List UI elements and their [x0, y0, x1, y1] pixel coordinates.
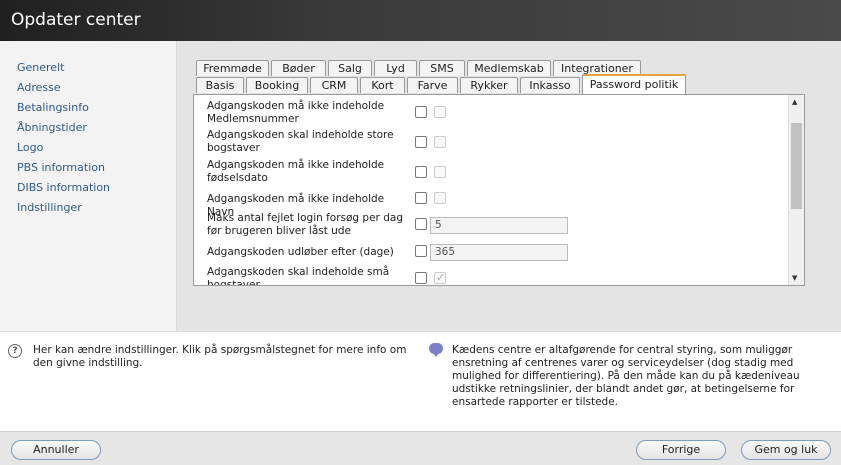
sidebar-item-adresse[interactable]: Adresse [17, 81, 61, 94]
tab-farve[interactable]: Farve [407, 77, 458, 93]
policy-checkbox-fodselsdato[interactable] [415, 166, 427, 178]
policy-checkbox-udlober[interactable] [415, 245, 427, 257]
help-text: Her kan ændre indstillinger. Klik på spø… [33, 344, 407, 369]
cancel-button[interactable]: Annuller [11, 440, 101, 460]
policy-label-sma-bogstaver: Adgangskoden skal indeholde små bogstave… [207, 266, 390, 286]
policy-label-maks-login: Maks antal fejlet login forsøg per dag f… [207, 212, 403, 237]
scrollbar-thumb[interactable] [791, 123, 802, 209]
password-policy-panel: Adgangskoden må ikke indeholde Medlemsnu… [193, 94, 805, 286]
policy-checkbox-store-bogstaver-secondary[interactable] [434, 136, 446, 148]
policy-label-udlober: Adgangskoden udløber efter (dage) [207, 246, 394, 258]
policy-checkbox-medlemsnummer[interactable] [415, 106, 427, 118]
tab-lyd[interactable]: Lyd [374, 60, 417, 76]
footer-bar: Annuller Forrige Gem og luk [0, 431, 841, 465]
scroll-down-icon[interactable]: ▼ [792, 274, 797, 282]
tab-fremmode[interactable]: Fremmøde [196, 60, 269, 76]
description-text: Kædens centre er altafgørende for centra… [452, 344, 800, 408]
policy-label-fodselsdato: Adgangskoden må ikke indeholde fødselsda… [207, 159, 385, 184]
tab-kort[interactable]: Kort [360, 77, 405, 93]
policy-checkbox-sma-bogstaver-secondary[interactable] [434, 271, 446, 284]
sidebar-item-dibs-information[interactable]: DIBS information [17, 181, 110, 194]
policy-checkbox-store-bogstaver[interactable] [415, 136, 427, 148]
policy-label-medlemsnummer: Adgangskoden må ikke indeholde Medlemsnu… [207, 100, 385, 125]
tab-medlemskab[interactable]: Medlemskab [467, 60, 551, 76]
sidebar: Generelt Adresse Betalingsinfo Åbningsti… [0, 41, 177, 331]
info-bar: ? Her kan ændre indstillinger. Klik på s… [0, 331, 841, 431]
password-expiry-days-input[interactable]: 365 [430, 244, 568, 261]
policy-checkbox-fodselsdato-secondary[interactable] [434, 166, 446, 178]
tab-booking[interactable]: Booking [246, 77, 308, 93]
sidebar-item-generelt[interactable]: Generelt [17, 61, 64, 74]
policy-checkbox-navn[interactable] [415, 192, 427, 204]
sidebar-item-logo[interactable]: Logo [17, 141, 43, 154]
title-bar: Opdater center [0, 0, 841, 41]
panel-scrollbar[interactable]: ▲ ▼ [788, 95, 804, 285]
tab-boder[interactable]: Bøder [271, 60, 326, 76]
window-title: Opdater center [11, 10, 141, 30]
tab-basis[interactable]: Basis [196, 77, 244, 93]
tab-inkasso[interactable]: Inkasso [520, 77, 580, 93]
tab-sms[interactable]: SMS [419, 60, 465, 76]
policy-checkbox-sma-bogstaver[interactable] [415, 272, 427, 284]
help-question-icon[interactable]: ? [8, 344, 22, 358]
previous-button[interactable]: Forrige [636, 440, 726, 460]
speech-bubble-icon [429, 343, 443, 357]
tab-password-politik[interactable]: Password politik [582, 74, 686, 94]
policy-checkbox-navn-secondary[interactable] [434, 192, 446, 204]
tab-crm[interactable]: CRM [310, 77, 358, 93]
policy-checkbox-medlemsnummer-secondary[interactable] [434, 106, 446, 118]
sidebar-item-pbs-information[interactable]: PBS information [17, 161, 105, 174]
tab-rykker[interactable]: Rykker [460, 77, 518, 93]
sidebar-item-betalingsinfo[interactable]: Betalingsinfo [17, 101, 89, 114]
sidebar-item-abningstider[interactable]: Åbningstider [17, 121, 87, 134]
scroll-up-icon[interactable]: ▲ [792, 98, 797, 106]
sidebar-item-indstillinger[interactable]: Indstillinger [17, 201, 82, 214]
save-and-close-button[interactable]: Gem og luk [741, 440, 831, 460]
policy-label-store-bogstaver: Adgangskoden skal indeholde store bogsta… [207, 129, 394, 154]
policy-checkbox-maks-login[interactable] [415, 218, 427, 230]
tab-salg[interactable]: Salg [328, 60, 372, 76]
max-login-attempts-input[interactable]: 5 [430, 217, 568, 234]
